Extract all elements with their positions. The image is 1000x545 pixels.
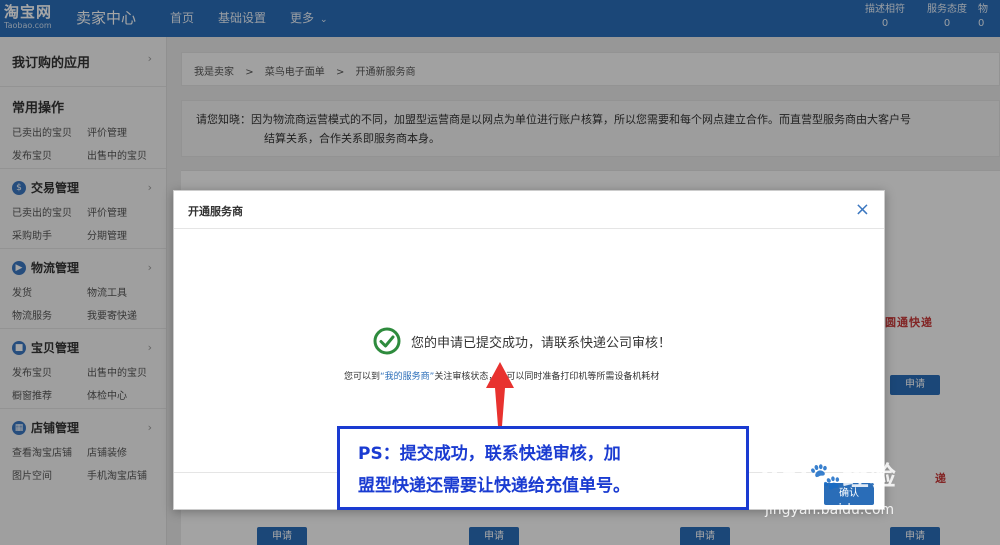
dialog-title: 开通服务商 — [188, 205, 243, 218]
annotation-box: PS：提交成功，联系快递审核，加 盟型快递还需要让快递给充值单号。 — [337, 426, 749, 510]
hint-prefix: 您可以到 — [344, 372, 381, 382]
baidu-watermark: Bai🐾经验 — [760, 462, 897, 492]
hint-suffix: 关注审核状态，并可以同时准备打印机等所需设备机耗材 — [434, 372, 660, 382]
success-message: 您的申请已提交成功，请联系快递公司审核！ — [373, 327, 671, 355]
red-arrow-icon — [486, 362, 514, 426]
success-check-icon — [373, 327, 401, 355]
annotation-line: PS：提交成功，联系快递审核，加 — [358, 444, 621, 464]
dialog-header: 开通服务商 × — [174, 191, 884, 229]
baidu-watermark-url: jingyan.baidu.com — [765, 502, 895, 518]
success-text: 您的申请已提交成功，请联系快递公司审核！ — [411, 335, 672, 351]
my-providers-link[interactable]: “我的服务商” — [380, 372, 434, 382]
annotation-line: 盟型快递还需要让快递给充值单号。 — [358, 476, 630, 496]
close-icon[interactable]: × — [855, 199, 870, 220]
